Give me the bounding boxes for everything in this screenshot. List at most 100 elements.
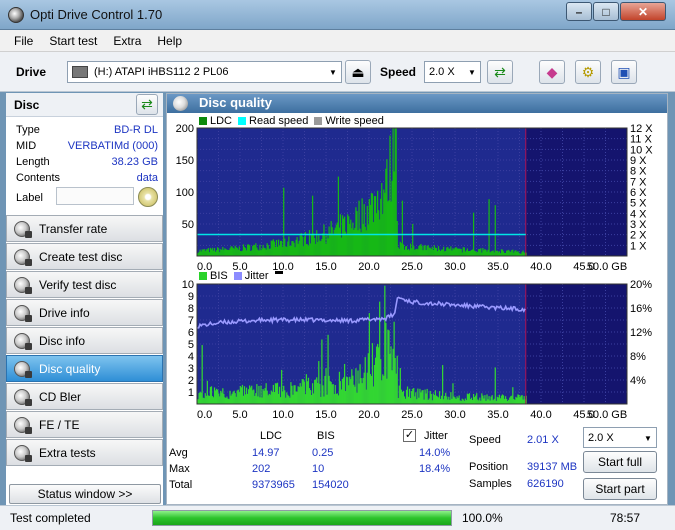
settings-button[interactable]: ⚙ <box>575 60 601 84</box>
nav-extra-tests[interactable]: Extra tests <box>6 439 163 466</box>
nav-disc-info[interactable]: Disc info <box>6 327 163 354</box>
jitter-checkbox[interactable]: ✓ <box>403 429 416 442</box>
nav-create-test-disc[interactable]: Create test disc <box>6 243 163 270</box>
erase-button[interactable]: ◆ <box>539 60 565 84</box>
refresh-button[interactable]: ⇄ <box>487 60 513 84</box>
x-tick-label: 15.0 <box>315 261 336 273</box>
nav-label: CD Bler <box>39 389 82 404</box>
y-right-tick-label: 8% <box>630 351 646 363</box>
disc-tool-icon <box>14 248 32 266</box>
nav-label: Drive info <box>39 305 90 320</box>
refresh-icon: ⇄ <box>141 96 153 112</box>
stats-label-cell: Max <box>169 463 190 475</box>
chevron-down-icon: ▼ <box>468 67 476 77</box>
status-window-button[interactable]: Status window >> <box>9 484 161 504</box>
elapsed-time: 78:57 <box>610 511 641 525</box>
nav-verify-test-disc[interactable]: Verify test disc <box>6 271 163 298</box>
minimize-button[interactable]: – <box>566 2 592 21</box>
maximize-button[interactable]: □ <box>593 2 619 21</box>
bis-bar <box>442 365 444 404</box>
menu-start-test[interactable]: Start test <box>41 34 105 48</box>
menu-file[interactable]: File <box>6 34 41 48</box>
refresh-icon: ⇄ <box>494 63 506 80</box>
disc-tool-icon <box>14 388 32 406</box>
info-key: MID <box>16 140 37 152</box>
info-value: 38.23 GB <box>111 156 158 168</box>
nav-label: Verify test disc <box>39 277 117 292</box>
y-left-tick-label: 7 <box>188 315 194 327</box>
bis-bar <box>494 367 496 404</box>
progress-fill <box>153 511 451 525</box>
disc-tool-icon <box>14 444 32 462</box>
panel-title: Disc quality <box>199 95 272 110</box>
close-button[interactable]: ✕ <box>620 2 666 21</box>
drive-select-value: (H:) ATAPI iHBS112 2 PL06 <box>94 66 229 78</box>
disc-tool-icon <box>14 416 32 434</box>
nav-label: Transfer rate <box>39 221 108 236</box>
nav-label: FE / TE <box>39 417 80 432</box>
start-part-button[interactable]: Start part <box>583 478 657 500</box>
x-tick-label: 30.0 <box>444 409 465 421</box>
y-left-tick-label: 6 <box>188 327 194 339</box>
x-tick-label: 5.0 <box>232 261 247 273</box>
status-bar: Test completed 100.0% 78:57 <box>0 505 675 530</box>
x-tick-label: 20.0 <box>358 409 379 421</box>
eject-button[interactable]: ⏏ <box>345 60 371 84</box>
y-left-tick-label: 8 <box>188 303 194 315</box>
menu-bar: File Start test Extra Help <box>0 30 675 52</box>
nav-label: Disc info <box>39 333 86 348</box>
disc-refresh-button[interactable]: ⇄ <box>136 94 158 115</box>
nav-cd-bler[interactable]: CD Bler <box>6 383 163 410</box>
eject-icon: ⏏ <box>351 63 365 80</box>
speed-select[interactable]: 2.0 X ▼ <box>424 61 481 83</box>
progress-bar <box>152 510 452 526</box>
disc-label-input[interactable] <box>56 187 134 205</box>
start-full-button[interactable]: Start full <box>583 451 657 473</box>
y-left-tick-label: 4 <box>188 351 194 363</box>
stats-label-cell: Avg <box>169 447 188 459</box>
y-left-tick-label: 2 <box>188 375 194 387</box>
chevron-down-icon: ▼ <box>329 67 337 77</box>
x-tick-label: 5.0 <box>232 409 247 421</box>
disc-quality-panel: Disc quality LDC Read speed Write speed … <box>166 93 668 505</box>
stats-col-bis: BIS <box>317 430 335 442</box>
nav-fe-te[interactable]: FE / TE <box>6 411 163 438</box>
menu-help[interactable]: Help <box>149 34 190 48</box>
samples-label: Samples <box>469 478 512 490</box>
gear-icon: ⚙ <box>581 63 595 80</box>
nav-label: Extra tests <box>39 445 96 460</box>
drive-select[interactable]: (H:) ATAPI iHBS112 2 PL06 ▼ <box>67 61 342 83</box>
test-speed-value: 2.0 X <box>588 431 614 444</box>
info-key: Label <box>16 192 43 204</box>
nav-transfer-rate[interactable]: Transfer rate <box>6 215 163 242</box>
drive-label: Drive <box>16 65 47 79</box>
y-left-tick-label: 9 <box>188 291 194 303</box>
nav-disc-quality[interactable]: Disc quality <box>6 355 163 382</box>
x-tick-label: 35.0 <box>487 409 508 421</box>
position-value: 39137 MB <box>527 461 578 473</box>
stats-label-cell: Total <box>169 479 193 491</box>
x-tick-label: 25.0 <box>401 409 422 421</box>
x-tick-label: 10.0 <box>272 261 293 273</box>
x-tick-label: 20.0 <box>358 261 379 273</box>
disc-tool-icon <box>14 276 32 294</box>
y-left-tick-label: 10 <box>182 279 194 291</box>
test-speed-select[interactable]: 2.0 X ▼ <box>583 427 657 448</box>
stats-col-ldc: LDC <box>260 430 283 442</box>
progress-label: 100.0% <box>462 511 503 525</box>
info-key: Type <box>16 124 40 136</box>
app-disc-icon <box>8 7 24 23</box>
y-right-tick-label: 16% <box>630 303 652 315</box>
save-button[interactable]: ▣ <box>611 60 637 84</box>
samples-value: 626190 <box>527 478 564 490</box>
x-tick-label: 40.0 <box>530 409 551 421</box>
menu-extra[interactable]: Extra <box>105 34 149 48</box>
nav-drive-info[interactable]: Drive info <box>6 299 163 326</box>
stats-bis-cell: 0.25 <box>312 447 334 459</box>
disc-tool-icon <box>14 332 32 350</box>
panel-header: Disc quality <box>167 94 667 113</box>
x-tick-label: 40.0 <box>530 261 551 273</box>
disc-label-icon[interactable] <box>138 187 158 207</box>
ldc-bar <box>488 199 490 256</box>
x-tick-label: 25.0 <box>401 261 422 273</box>
